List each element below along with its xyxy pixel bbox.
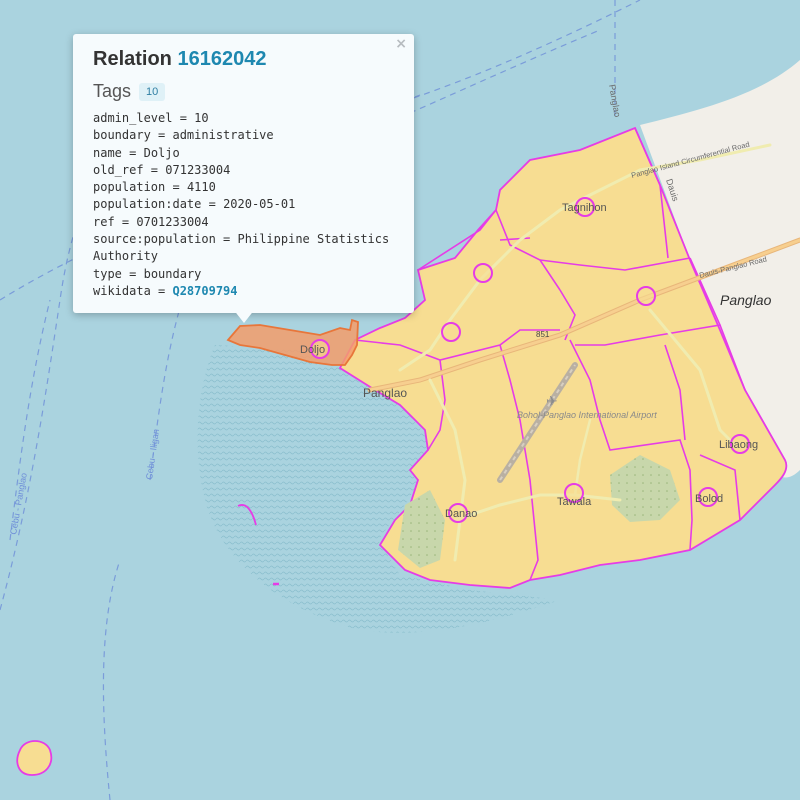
tags-header: Tags 10 (93, 81, 394, 102)
popup-title: Relation 16162042 (93, 48, 394, 71)
label-tawala: Tawala (557, 496, 592, 508)
tags-count-badge: 10 (139, 82, 166, 101)
marker-unnamed-3 (441, 322, 461, 342)
label-airport: Bohol-Panglao International Airport (517, 410, 657, 420)
tag-key: old_ref (93, 162, 144, 177)
tag-key: name (93, 145, 122, 160)
tag-row: boundary = administrative (93, 128, 274, 143)
label-panglao-region: Panglao (720, 292, 772, 308)
tag-value: 2020-05-01 (223, 197, 296, 212)
tag-value-link[interactable]: Q28709794 (172, 284, 237, 298)
tag-row: population = 4110 (93, 180, 216, 195)
label-doljo: Doljo (300, 344, 325, 356)
tag-list: admin_level = 10 boundary = administrativ… (93, 110, 394, 300)
label-taguihon: Tagnihon (562, 202, 607, 214)
label-bolod: Bolod (695, 493, 723, 505)
tag-value: 071233004 (165, 162, 231, 177)
tag-key: population:date (93, 197, 202, 212)
tag-row: name = Doljo (93, 145, 180, 160)
tag-row: old_ref = 071233004 (93, 162, 231, 177)
tag-key: source:population (93, 232, 216, 247)
tag-key: boundary (93, 128, 151, 143)
tag-row: type = boundary (93, 266, 202, 281)
marker-unnamed-2 (636, 286, 656, 306)
tag-value: boundary (143, 266, 202, 281)
relation-popup: × Relation 16162042 Tags 10 admin_level … (73, 34, 414, 313)
tag-key: wikidata (93, 283, 151, 298)
tag-key: type (93, 266, 122, 281)
tag-row: source:population = Philippine Statistic… (93, 232, 390, 264)
tag-row: ref = 0701233004 (93, 214, 209, 229)
label-danao: Danao (445, 508, 477, 520)
label-libaong: Libaong (719, 439, 758, 451)
tag-value: 0701233004 (136, 214, 209, 229)
tag-value: 4110 (186, 180, 216, 195)
tag-row: population:date = 2020-05-01 (93, 197, 296, 212)
island-small[interactable] (16, 740, 53, 776)
tag-row: admin_level = 10 (93, 111, 209, 125)
label-route: 851 (536, 330, 550, 339)
tags-label: Tags (93, 81, 132, 101)
marker-unnamed-1 (473, 263, 493, 283)
tag-value: Doljo (143, 145, 180, 160)
tag-key: admin_level (93, 111, 173, 125)
popup-tip (233, 309, 255, 323)
tag-key: ref (93, 214, 115, 229)
relation-id-link[interactable]: 16162042 (177, 48, 266, 70)
tag-value: administrative (172, 128, 274, 143)
popup-title-prefix: Relation (93, 48, 172, 70)
close-icon[interactable]: × (395, 36, 407, 52)
label-panglao-town: Panglao (363, 386, 407, 400)
airport-icon: ✈ (546, 394, 558, 410)
tag-key: population (93, 180, 166, 195)
tag-row: wikidata = Q28709794 (93, 283, 238, 298)
tag-value: 10 (194, 111, 209, 125)
